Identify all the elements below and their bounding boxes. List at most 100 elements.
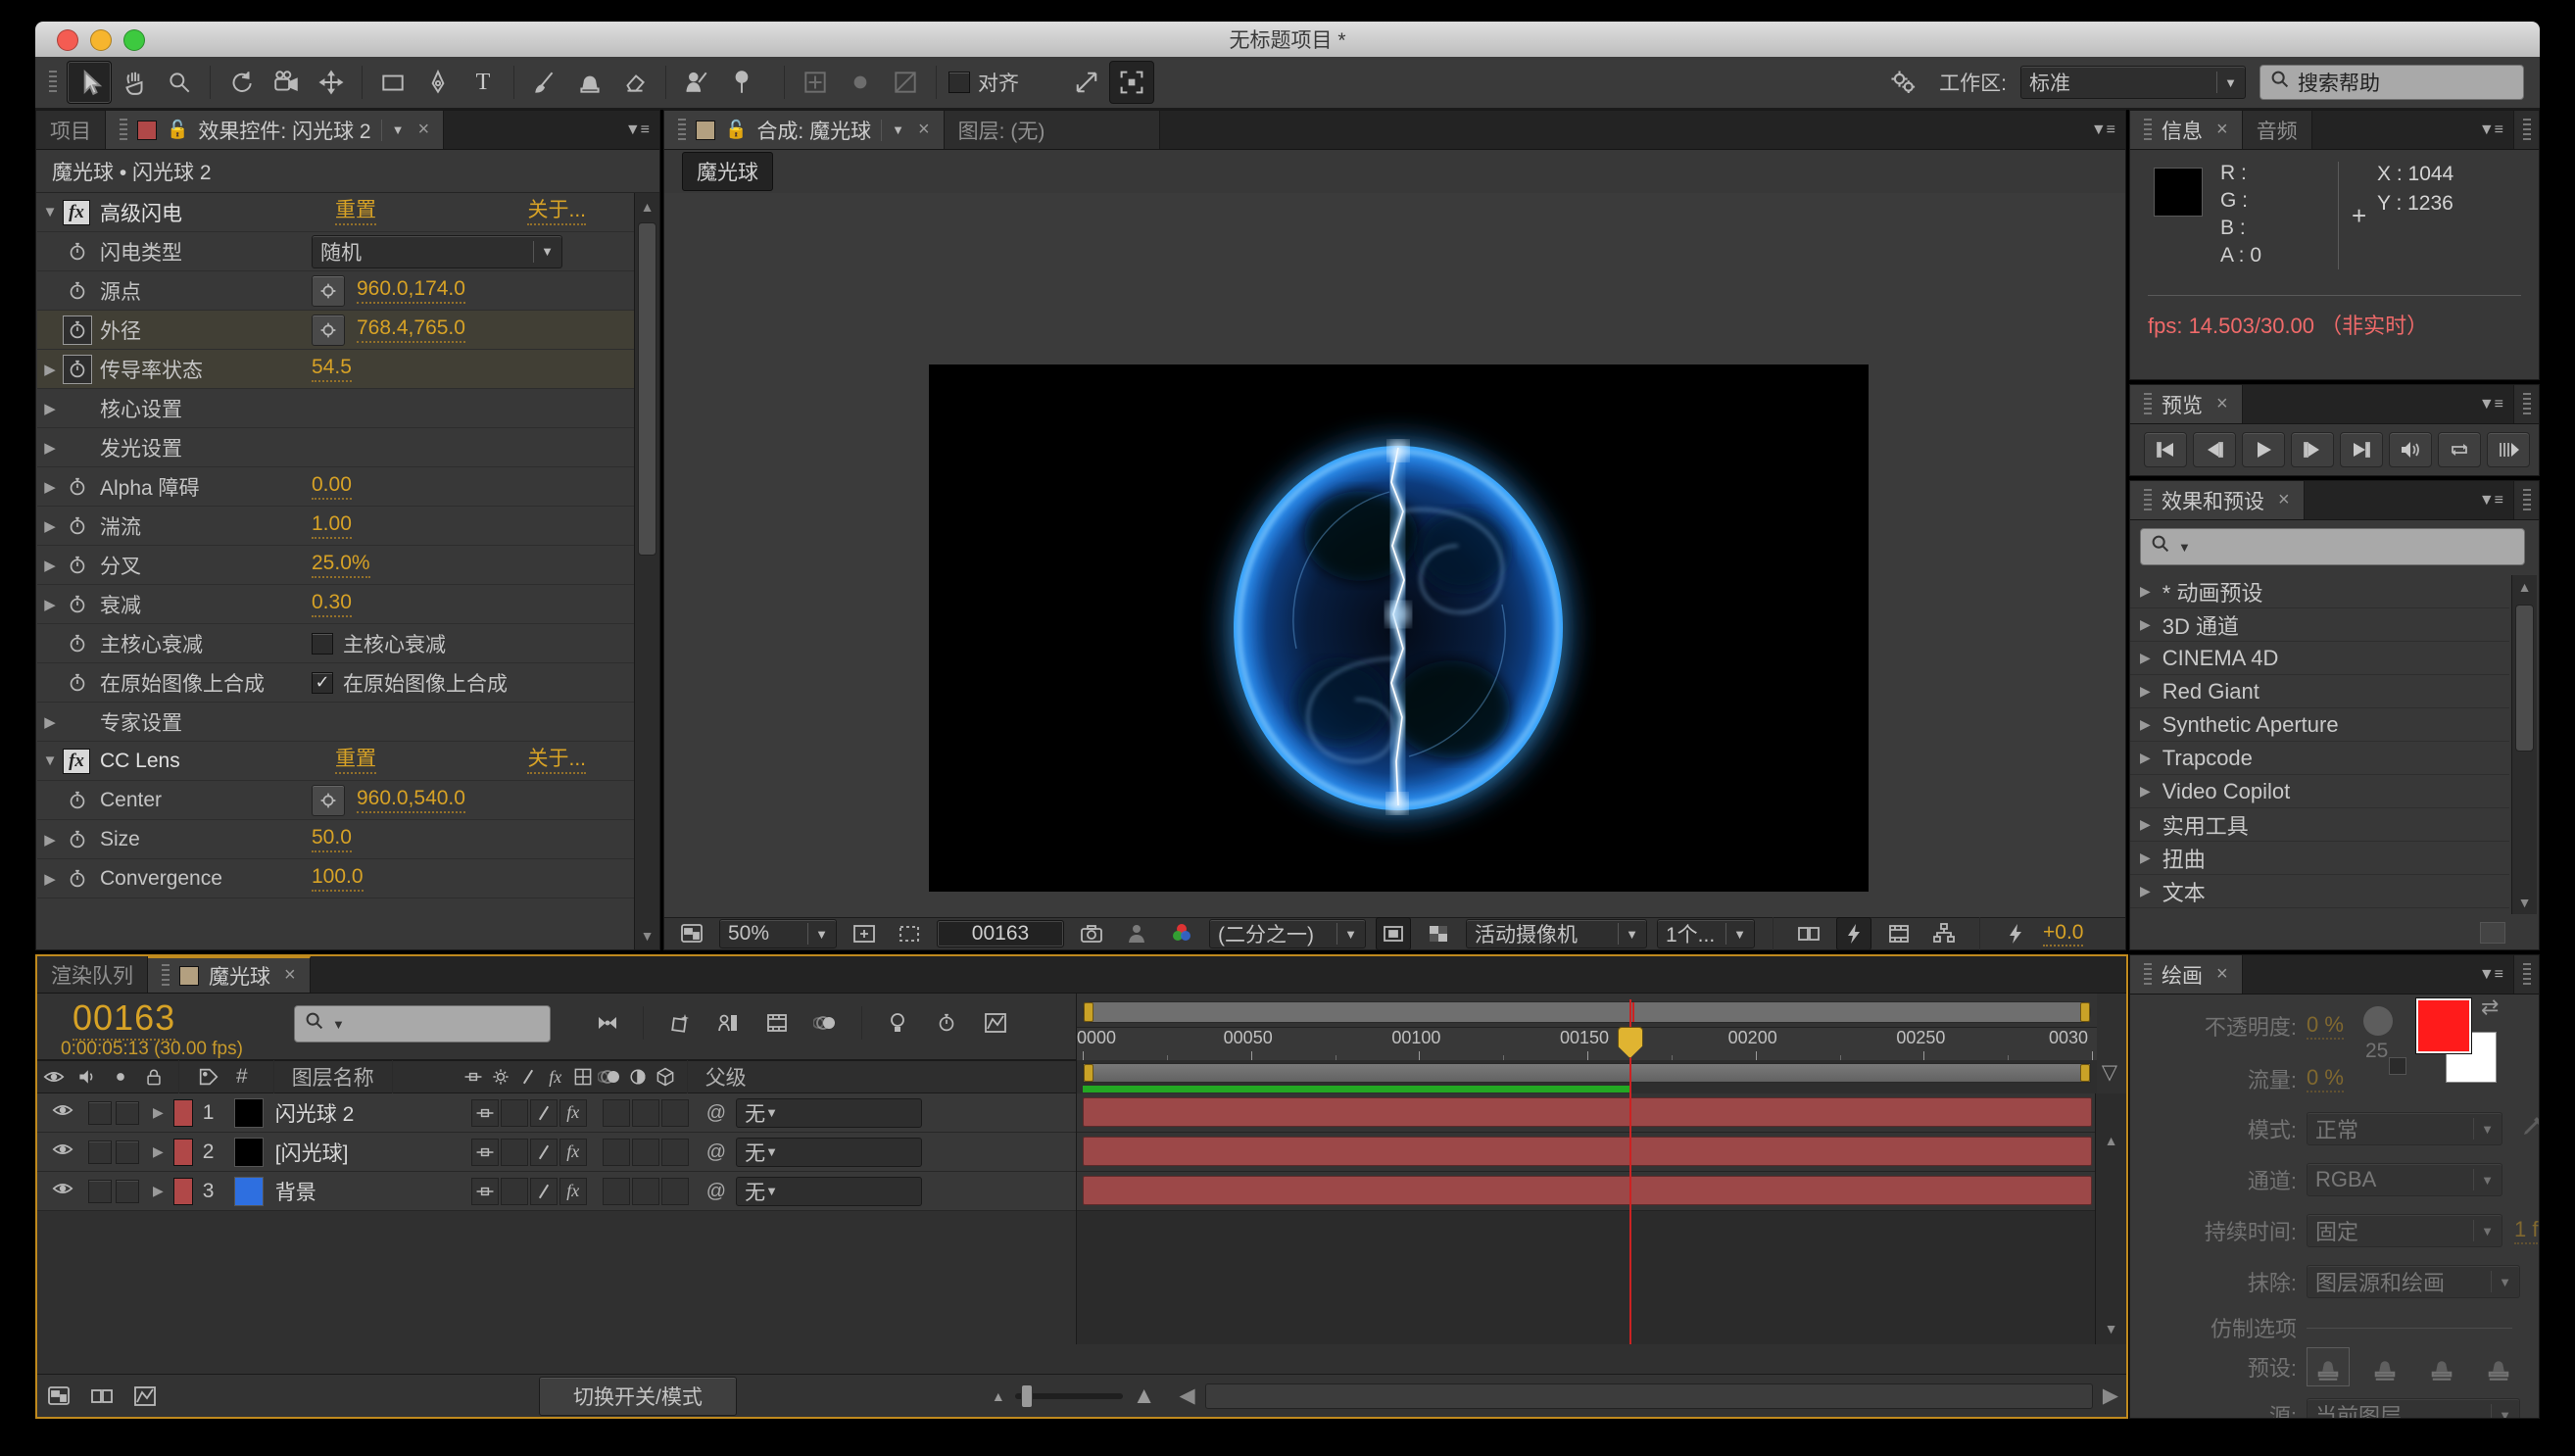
anchor-switch-box[interactable] bbox=[471, 1099, 499, 1127]
fx-switch-icon[interactable]: fx bbox=[542, 1059, 569, 1094]
eraser-tool-icon[interactable] bbox=[612, 61, 657, 104]
duration-frames[interactable]: 1 f bbox=[2514, 1217, 2538, 1243]
property-value[interactable]: 960.0,174.0 bbox=[357, 277, 465, 303]
adjustment-box[interactable] bbox=[661, 1178, 689, 1205]
parent-dropdown[interactable]: 无▼ bbox=[736, 1098, 922, 1128]
clone-preset-3-icon[interactable] bbox=[2420, 1347, 2463, 1386]
comp-marker-icon[interactable]: ▽ bbox=[2093, 1060, 2126, 1093]
expand-arrow-icon[interactable]: ▶ bbox=[37, 361, 63, 378]
tab-render-queue[interactable]: 渲染队列 bbox=[37, 956, 148, 993]
flow-value[interactable]: 0 % bbox=[2307, 1065, 2344, 1092]
zoom-out-mountain-icon[interactable]: ▲ bbox=[992, 1388, 1005, 1404]
axis-mode-view-icon[interactable] bbox=[883, 61, 928, 104]
expand-arrow-icon[interactable]: ▶ bbox=[2140, 616, 2151, 633]
magnification-dropdown[interactable]: 50%▼ bbox=[719, 919, 837, 948]
frame-blend-box[interactable] bbox=[603, 1099, 630, 1127]
video-column-icon[interactable] bbox=[37, 1059, 71, 1094]
stopwatch-icon[interactable] bbox=[63, 551, 92, 580]
layer-visibility-icon[interactable] bbox=[51, 1098, 74, 1128]
property-value[interactable]: 1.00 bbox=[312, 512, 352, 538]
solo-column-icon[interactable] bbox=[104, 1059, 137, 1094]
tab-timeline-comp[interactable]: 魔光球 × bbox=[148, 956, 311, 993]
layer-duration-bar[interactable] bbox=[1083, 1176, 2092, 1205]
3d-switch-icon[interactable] bbox=[652, 1059, 679, 1094]
motion-blur-box[interactable] bbox=[632, 1139, 659, 1166]
tab-layer[interactable]: 图层: (无) bbox=[945, 111, 1160, 149]
graph-editor-icon[interactable] bbox=[974, 1005, 1017, 1041]
rotate-tool-icon[interactable] bbox=[219, 61, 264, 104]
property-value[interactable]: 0.30 bbox=[312, 591, 352, 616]
anchor-switch-box[interactable] bbox=[471, 1139, 499, 1166]
preset-category-item[interactable]: ▶Synthetic Aperture bbox=[2130, 708, 2509, 742]
show-snapshot-icon[interactable] bbox=[1119, 917, 1154, 950]
stopwatch-icon[interactable] bbox=[63, 237, 92, 267]
panel-dock-strip[interactable] bbox=[2513, 481, 2539, 519]
stopwatch-icon[interactable] bbox=[63, 864, 92, 894]
motion-blur-box[interactable] bbox=[632, 1099, 659, 1127]
group-arrow-icon[interactable]: ▶ bbox=[37, 400, 63, 417]
foreground-color-swatch[interactable] bbox=[2416, 998, 2471, 1053]
always-preview-icon[interactable] bbox=[674, 917, 709, 950]
property-checkbox[interactable] bbox=[312, 633, 333, 655]
shy-switch-box[interactable] bbox=[501, 1139, 528, 1166]
view-layout-dropdown[interactable]: 1个...▼ bbox=[1657, 919, 1755, 948]
audio-column-icon[interactable] bbox=[71, 1059, 104, 1094]
help-search-input[interactable]: 搜索帮助 bbox=[2259, 65, 2524, 100]
snap-checkbox[interactable] bbox=[948, 72, 970, 93]
panel-dock-strip[interactable] bbox=[2513, 385, 2539, 423]
eyedropper-icon[interactable] bbox=[2520, 1113, 2540, 1144]
stopwatch-icon[interactable] bbox=[63, 355, 92, 384]
preset-category-item[interactable]: ▶3D 通道 bbox=[2130, 608, 2509, 642]
shy-switch-box[interactable] bbox=[501, 1099, 528, 1127]
layer-row[interactable]: ▶2[闪光球]fx@无▼ bbox=[37, 1133, 1076, 1172]
quality-switch-box[interactable] bbox=[530, 1178, 558, 1205]
audio-toggle-box[interactable] bbox=[88, 1141, 112, 1164]
timeline-search-input[interactable]: ▼ bbox=[294, 1005, 551, 1043]
stopwatch-icon[interactable] bbox=[63, 629, 92, 658]
stopwatch-icon[interactable] bbox=[63, 472, 92, 502]
parent-pickwhip-icon[interactable]: @ bbox=[706, 1101, 726, 1125]
pan-behind-tool-icon[interactable] bbox=[309, 61, 354, 104]
next-frame-button[interactable] bbox=[2291, 432, 2334, 467]
brush-tool-icon[interactable] bbox=[522, 61, 567, 104]
first-frame-button[interactable] bbox=[2144, 432, 2187, 467]
mute-audio-button[interactable] bbox=[2389, 432, 2432, 467]
previous-frame-button[interactable] bbox=[2193, 432, 2236, 467]
crosshair-button[interactable] bbox=[312, 275, 345, 307]
resolution-dropdown[interactable]: (二分之一)▼ bbox=[1209, 919, 1366, 948]
group-arrow-icon[interactable]: ▶ bbox=[37, 439, 63, 457]
clone-preset-4-icon[interactable] bbox=[2477, 1347, 2520, 1386]
type-tool-icon[interactable]: T bbox=[461, 61, 506, 104]
flowchart-icon[interactable] bbox=[1926, 917, 1962, 950]
collapse-arrow-icon[interactable]: ▼ bbox=[37, 204, 63, 220]
auto-keyframe-icon[interactable] bbox=[925, 1005, 968, 1041]
panel-menu-icon[interactable]: ▼≡ bbox=[2469, 481, 2513, 519]
expand-arrow-icon[interactable]: ▶ bbox=[37, 870, 63, 888]
preset-category-item[interactable]: ▶CINEMA 4D bbox=[2130, 642, 2509, 675]
about-link[interactable]: 关于... bbox=[527, 748, 586, 773]
timeline-zoom-slider[interactable] bbox=[1015, 1393, 1123, 1399]
effects-search-input[interactable]: ▼ bbox=[2140, 528, 2525, 565]
panel-menu-icon[interactable]: ▼≡ bbox=[2469, 385, 2513, 423]
property-value[interactable]: 0.00 bbox=[312, 473, 352, 499]
view-button[interactable]: 魔光球 bbox=[682, 152, 773, 191]
loop-button[interactable] bbox=[2438, 432, 2481, 467]
expand-graph-icon[interactable] bbox=[123, 1379, 167, 1414]
close-tab-icon[interactable]: × bbox=[284, 964, 296, 987]
property-value[interactable]: 54.5 bbox=[312, 356, 352, 381]
motion-blur-box[interactable] bbox=[632, 1178, 659, 1205]
show-channels-icon[interactable] bbox=[1164, 917, 1199, 950]
source-dropdown[interactable]: 当前图层▼ bbox=[2307, 1398, 2520, 1419]
adjustment-switch-icon[interactable] bbox=[624, 1059, 652, 1094]
zoom-in-mountain-icon[interactable]: ▲ bbox=[1133, 1383, 1156, 1410]
layer-name[interactable]: [闪光球] bbox=[275, 1138, 471, 1167]
zoom-tool-icon[interactable] bbox=[157, 61, 202, 104]
layer-visibility-icon[interactable] bbox=[51, 1138, 74, 1167]
property-dropdown[interactable]: 随机▼ bbox=[312, 235, 562, 268]
layer-expand-arrow-icon[interactable]: ▶ bbox=[153, 1143, 164, 1160]
layer-label-chip[interactable] bbox=[173, 1099, 193, 1127]
adjustment-box[interactable] bbox=[661, 1139, 689, 1166]
toggle-switches-modes-button[interactable]: 切换开关/模式 bbox=[539, 1377, 737, 1416]
draft-3d-icon[interactable] bbox=[657, 1005, 701, 1041]
fx-switch-box[interactable]: fx bbox=[559, 1178, 587, 1205]
